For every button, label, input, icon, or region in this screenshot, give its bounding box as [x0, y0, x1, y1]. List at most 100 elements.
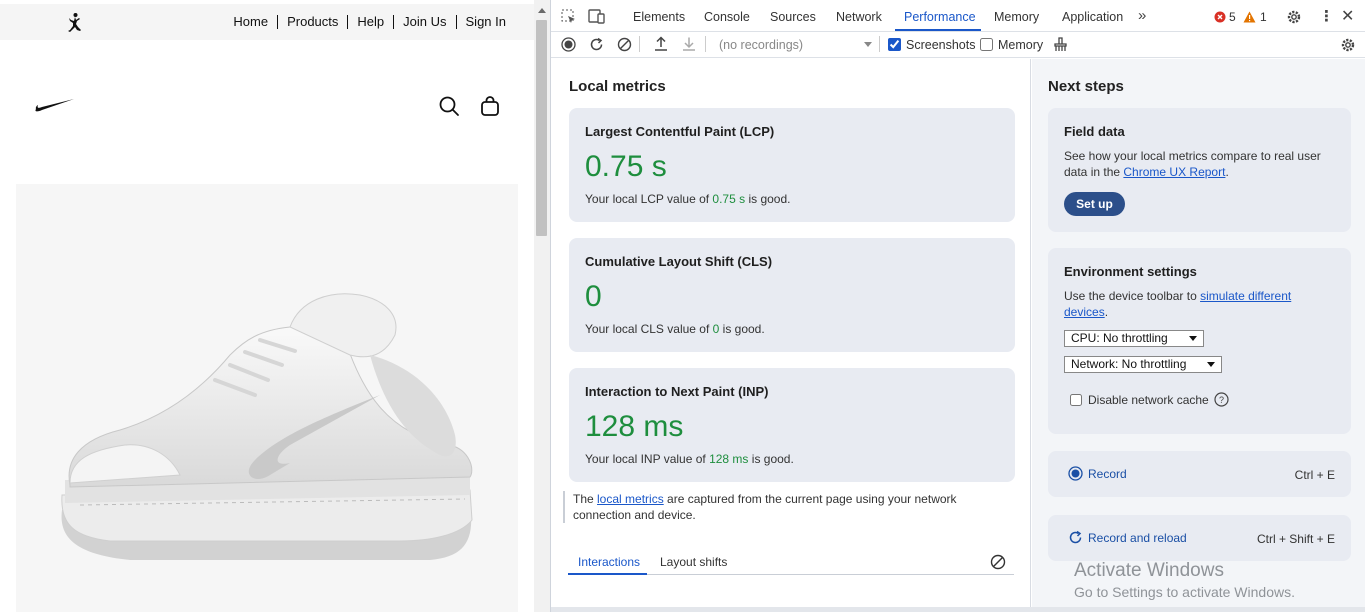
- record-label: Record: [1088, 467, 1127, 481]
- inp-title: Interaction to Next Paint (INP): [585, 384, 769, 399]
- nav-divider: [347, 14, 349, 29]
- recordings-select[interactable]: (no recordings): [719, 38, 803, 52]
- chevron-down-icon: [1189, 336, 1197, 341]
- tab-memory[interactable]: Memory: [994, 10, 1039, 24]
- disable-cache-checkbox[interactable]: [1070, 394, 1082, 406]
- chrome-ux-report-link[interactable]: Chrome UX Report: [1123, 165, 1225, 179]
- lcp-card: Largest Contentful Paint (LCP) 0.75 s Yo…: [569, 108, 1015, 222]
- watermark-title: Activate Windows: [1074, 560, 1224, 581]
- inp-value: 128 ms: [585, 410, 684, 443]
- devtools-bottom-edge: [551, 607, 1365, 612]
- top-nav: Home Products Help Join Us Sign In: [233, 14, 506, 29]
- record-icon[interactable]: [561, 37, 576, 52]
- website-viewport: Home Products Help Join Us Sign In: [0, 0, 534, 612]
- warning-count[interactable]: 1: [1260, 10, 1267, 24]
- capture-settings-gear-icon[interactable]: [1340, 37, 1356, 53]
- settings-gear-icon[interactable]: [1286, 9, 1302, 25]
- inp-description: Your local INP value of 128 ms is good.: [585, 452, 794, 466]
- inspect-element-icon[interactable]: [561, 9, 576, 24]
- search-icon[interactable]: [438, 95, 460, 117]
- tab-application[interactable]: Application: [1062, 10, 1123, 24]
- more-options-icon[interactable]: ⋮: [1319, 7, 1334, 25]
- set-up-button[interactable]: Set up: [1064, 192, 1125, 216]
- nav-products-link[interactable]: Products: [287, 14, 338, 29]
- memory-label: Memory: [998, 38, 1044, 52]
- next-steps-pane: Next steps Field data See how your local…: [1032, 59, 1365, 612]
- page-scrollbar[interactable]: [534, 0, 550, 612]
- record-and-reload-shortcut: Ctrl + Shift + E: [1256, 532, 1335, 546]
- local-metrics-title: Local metrics: [569, 78, 666, 95]
- nav-sign-in-link[interactable]: Sign In: [466, 14, 506, 29]
- nav-join-us-link[interactable]: Join Us: [403, 14, 446, 29]
- clear-icon[interactable]: [617, 37, 632, 52]
- cls-value: 0: [585, 280, 602, 313]
- memory-checkbox[interactable]: [980, 38, 993, 51]
- reload-icon: [1069, 530, 1082, 544]
- record-action[interactable]: Record Ctrl + E: [1048, 451, 1351, 497]
- tab-sources[interactable]: Sources: [770, 10, 816, 24]
- cpu-throttling-select[interactable]: CPU: No throttling: [1064, 330, 1204, 347]
- field-data-title: Field data: [1064, 124, 1125, 139]
- nike-swoosh-logo-icon[interactable]: [34, 97, 76, 113]
- nav-help-link[interactable]: Help: [357, 14, 384, 29]
- watermark-subtitle: Go to Settings to activate Windows.: [1074, 584, 1295, 600]
- record-and-reload-action[interactable]: Record and reload Ctrl + Shift + E: [1048, 515, 1351, 561]
- recordings-dropdown-chevron-icon[interactable]: [864, 42, 872, 47]
- device-toolbar-icon[interactable]: [588, 9, 606, 24]
- scroll-up-arrow-icon[interactable]: [538, 8, 546, 13]
- record-icon: [1068, 466, 1083, 481]
- error-icon[interactable]: [1214, 11, 1226, 23]
- environment-settings-card: Environment settings Use the device tool…: [1048, 248, 1351, 434]
- local-metrics-link[interactable]: local metrics: [597, 492, 664, 506]
- close-icon[interactable]: ✕: [1341, 6, 1354, 26]
- toolbar-divider: [639, 36, 640, 52]
- scrollbar-thumb[interactable]: [536, 20, 547, 236]
- performance-toolbar: (no recordings) Screenshots Memory: [551, 32, 1365, 58]
- tab-elements[interactable]: Elements: [633, 10, 685, 24]
- nav-home-link[interactable]: Home: [233, 14, 268, 29]
- performance-landing: Local metrics Largest Contentful Paint (…: [551, 59, 1365, 612]
- toolbar-divider: [705, 36, 706, 52]
- toolbar-divider: [879, 36, 880, 52]
- tab-network[interactable]: Network: [836, 10, 882, 24]
- chevron-down-icon: [1207, 362, 1215, 367]
- jordan-logo-icon[interactable]: [64, 12, 86, 34]
- windows-activation-watermark: Activate Windows Go to Settings to activ…: [1074, 560, 1295, 600]
- clear-interactions-icon[interactable]: [990, 554, 1006, 570]
- record-and-reload-label: Record and reload: [1088, 531, 1187, 545]
- field-data-card: Field data See how your local metrics co…: [1048, 108, 1351, 232]
- shopping-bag-icon[interactable]: [479, 95, 501, 117]
- tab-console[interactable]: Console: [704, 10, 750, 24]
- environment-settings-text: Use the device toolbar to simulate diffe…: [1064, 289, 1292, 319]
- devtools-panel: Elements Console Sources Network Perform…: [550, 0, 1365, 612]
- tab-interactions[interactable]: Interactions: [578, 555, 640, 569]
- lcp-title: Largest Contentful Paint (LCP): [585, 124, 775, 139]
- cls-title: Cumulative Layout Shift (CLS): [585, 254, 773, 269]
- lcp-value: 0.75 s: [585, 150, 667, 183]
- sneaker-product-image[interactable]: [40, 205, 485, 580]
- download-icon[interactable]: [682, 36, 696, 52]
- nav-divider: [393, 14, 395, 29]
- local-metrics-pane: Local metrics Largest Contentful Paint (…: [551, 59, 1031, 612]
- disable-cache-label: Disable network cache: [1088, 393, 1209, 407]
- field-data-text: See how your local metrics compare to re…: [1064, 149, 1321, 179]
- environment-settings-title: Environment settings: [1064, 264, 1197, 279]
- reload-icon[interactable]: [589, 37, 604, 52]
- upload-icon[interactable]: [654, 36, 668, 52]
- network-throttling-select[interactable]: Network: No throttling: [1064, 356, 1222, 373]
- top-utility-bar: Home Products Help Join Us Sign In: [0, 4, 534, 40]
- tab-layout-shifts[interactable]: Layout shifts: [660, 555, 727, 569]
- devtools-tab-bar: Elements Console Sources Network Perform…: [551, 0, 1365, 32]
- error-count[interactable]: 5: [1229, 10, 1236, 24]
- svg-text:?: ?: [1219, 395, 1224, 405]
- tab-performance[interactable]: Performance: [904, 10, 976, 24]
- cls-description: Your local CLS value of 0 is good.: [585, 322, 765, 336]
- cls-card: Cumulative Layout Shift (CLS) 0 Your loc…: [569, 238, 1015, 352]
- active-subtab-indicator: [568, 573, 647, 575]
- more-tabs-chevron-icon[interactable]: »: [1138, 7, 1146, 24]
- record-shortcut: Ctrl + E: [1294, 468, 1335, 482]
- screenshots-checkbox[interactable]: [888, 38, 901, 51]
- garbage-collect-broom-icon[interactable]: [1053, 37, 1068, 52]
- warning-icon[interactable]: [1243, 11, 1256, 23]
- help-icon[interactable]: ?: [1214, 392, 1229, 407]
